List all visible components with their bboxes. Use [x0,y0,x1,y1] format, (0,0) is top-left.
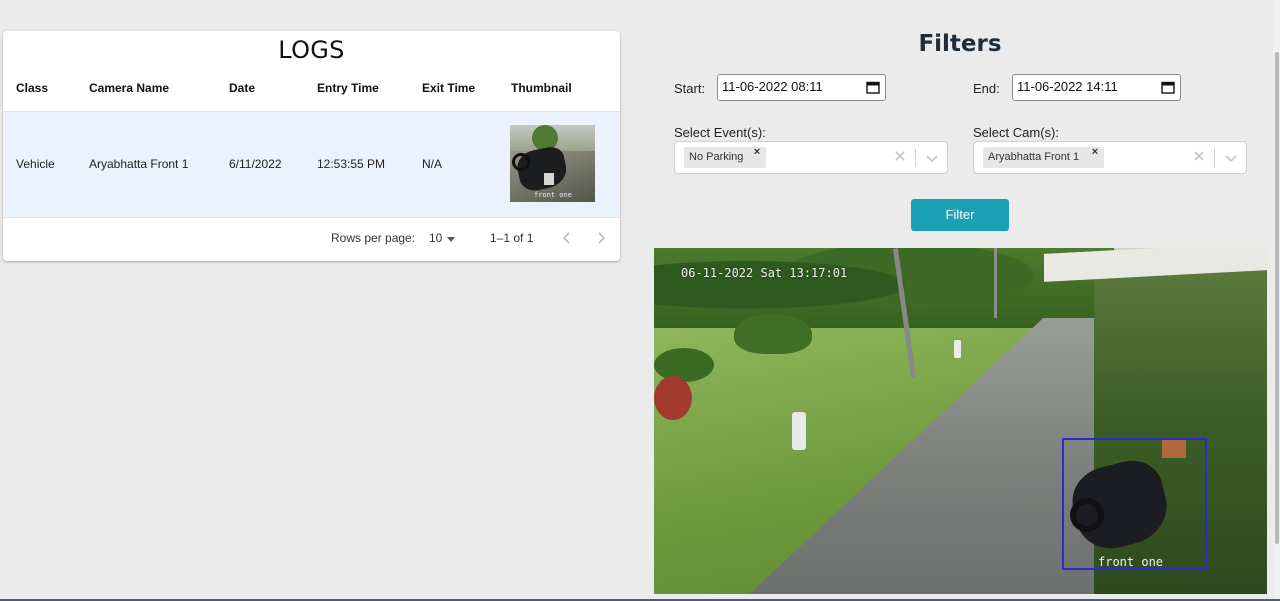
calendar-icon[interactable] [866,80,880,94]
filters-title: Filters [918,31,1002,57]
chevron-right-icon [598,232,606,244]
calendar-icon[interactable] [1161,80,1175,94]
logs-card: LOGS Class Camera Name Date Entry Time E… [3,31,620,261]
end-label: End: [973,81,1000,96]
scrollbar-thumb[interactable] [1275,52,1279,544]
thumbnail-image[interactable]: front one [510,125,595,202]
start-label: Start: [674,81,706,96]
select-separator [1214,149,1215,167]
clear-icon[interactable] [1192,149,1206,163]
row-divider [3,217,620,218]
chevron-down-icon[interactable] [1224,151,1238,165]
cell-entry-time: 12:53:55 PM [317,157,386,171]
column-header-class[interactable]: Class [16,81,48,95]
cams-label: Select Cam(s): [973,125,1059,140]
feed-hedge [734,314,812,354]
chevron-left-icon [562,232,570,244]
column-header-camera-name[interactable]: Camera Name [89,81,169,95]
end-datetime-input[interactable]: 11-06-2022 14:11 [1012,74,1181,101]
feed-post [792,412,806,450]
next-page-button[interactable] [592,229,610,247]
feed-flowers [654,376,692,420]
rows-per-page-caret-icon[interactable] [447,237,455,242]
feed-pole [994,248,997,318]
start-datetime-input[interactable]: 11-06-2022 08:11 [717,74,886,101]
close-icon[interactable]: × [750,146,764,158]
logs-title: LOGS [278,36,345,64]
feed-hedge [654,348,714,382]
close-icon[interactable]: × [1088,146,1102,158]
pagination-range: 1–1 of 1 [490,231,534,245]
cam-chip: Aryabhatta Front 1 [983,147,1104,168]
column-header-entry-time[interactable]: Entry Time [317,81,379,95]
feed-post [954,340,961,358]
cell-date: 6/11/2022 [229,157,282,171]
rows-per-page-select[interactable]: 10 [429,231,442,245]
column-header-date[interactable]: Date [229,81,255,95]
cams-select[interactable]: Aryabhatta Front 1 × [973,141,1247,174]
column-header-exit-time[interactable]: Exit Time [422,81,475,95]
column-header-thumbnail[interactable]: Thumbnail [511,81,572,95]
feed-camera-label: front one [1098,555,1164,569]
thumbnail-plate [544,173,554,185]
cell-exit-time: N/A [422,157,443,171]
detection-box [1062,438,1207,570]
select-separator [915,149,916,167]
clear-icon[interactable] [893,149,907,163]
events-select[interactable]: No Parking × [674,141,948,174]
chevron-down-icon[interactable] [925,151,939,165]
thumbnail-wheel [512,153,530,171]
event-chip-label: No Parking [689,151,744,163]
thumbnail-caption: front one [534,191,572,199]
cell-class: Vehicle [16,157,55,171]
events-label: Select Event(s): [674,125,766,140]
cam-chip-label: Aryabhatta Front 1 [988,151,1080,163]
rows-per-page-label: Rows per page: [331,231,416,245]
prev-page-button[interactable] [558,229,576,247]
cell-camera-name: Aryabhatta Front 1 [89,157,189,171]
feed-timestamp: 06-11-2022 Sat 13:17:01 [681,266,848,280]
filter-button[interactable]: Filter [911,199,1009,231]
end-datetime-value: 11-06-2022 14:11 [1017,79,1118,94]
start-datetime-value: 11-06-2022 08:11 [722,79,823,94]
camera-feed-image: 06-11-2022 Sat 13:17:01 front one [654,248,1267,594]
